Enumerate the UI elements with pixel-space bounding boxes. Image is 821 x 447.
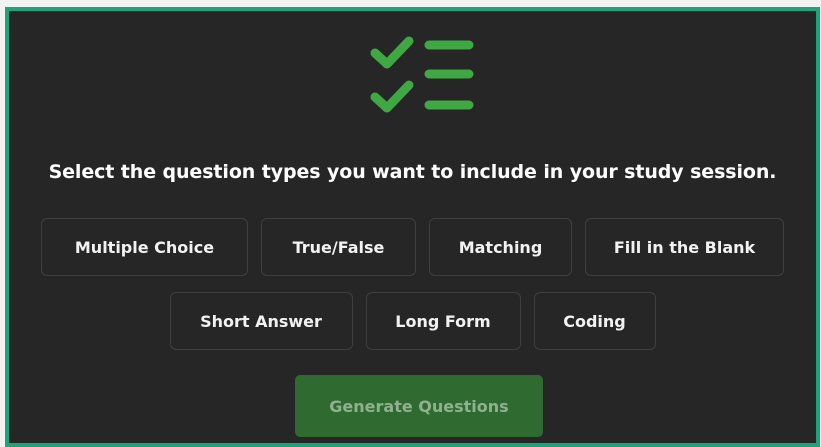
checklist-icon	[367, 33, 475, 115]
question-type-coding[interactable]: Coding	[533, 292, 656, 350]
study-session-panel: Select the question types you want to in…	[5, 7, 820, 447]
question-type-row-2: Short Answer Long Form Coding	[9, 292, 816, 350]
question-type-matching[interactable]: Matching	[429, 218, 572, 276]
instruction-text: Select the question types you want to in…	[48, 161, 777, 183]
generate-questions-button[interactable]: Generate Questions	[295, 375, 543, 437]
question-type-row-1: Multiple Choice True/False Matching Fill…	[9, 218, 816, 276]
question-type-true-false[interactable]: True/False	[261, 218, 416, 276]
question-type-fill-in-the-blank[interactable]: Fill in the Blank	[585, 218, 784, 276]
question-type-multiple-choice[interactable]: Multiple Choice	[41, 218, 248, 276]
question-type-short-answer[interactable]: Short Answer	[169, 292, 353, 350]
question-type-long-form[interactable]: Long Form	[365, 292, 521, 350]
